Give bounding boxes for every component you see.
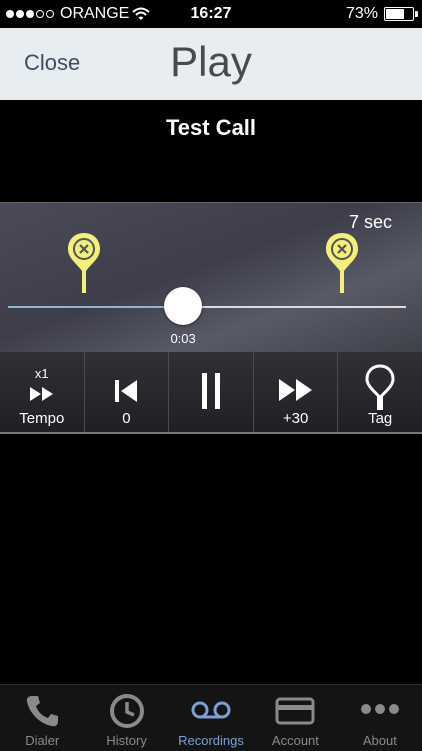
playback-progress (8, 306, 184, 308)
tab-label: History (106, 733, 147, 748)
page-title: Play (170, 38, 252, 85)
tab-about[interactable]: About (338, 685, 422, 751)
credit-card-icon (275, 697, 315, 725)
tag-marker-icon[interactable] (324, 231, 360, 295)
skip-back-button[interactable]: 0 (85, 352, 170, 432)
more-icon (360, 704, 399, 714)
battery-icon (384, 7, 418, 21)
playback-slider-knob[interactable] (164, 287, 203, 325)
recording-title: Test Call (165, 115, 257, 140)
skip-forward-label: +30 (282, 410, 309, 427)
tab-label: About (362, 733, 397, 748)
battery-percent: 73% (345, 5, 378, 22)
tab-bar: Dialer History Recordings Account About (0, 684, 422, 751)
tab-recordings[interactable]: Recordings (169, 685, 253, 751)
tag-button[interactable]: Tag (338, 352, 422, 432)
pause-icon (201, 373, 220, 409)
player-panel: 7 sec 0:03 (0, 202, 422, 353)
tab-label: Account (271, 733, 319, 748)
tempo-multiplier: x1 (34, 366, 49, 381)
playback-position: 0:03 (170, 331, 196, 346)
tempo-label: Tempo (19, 410, 65, 427)
tab-account[interactable]: Account (253, 685, 337, 751)
pause-button[interactable] (169, 352, 254, 432)
fast-forward-icon (278, 379, 312, 401)
navigation-bar: Close Play (0, 28, 422, 100)
phone-icon (27, 696, 59, 727)
skip-back-label: 0 (122, 410, 131, 427)
tab-label: Dialer (25, 733, 60, 748)
tab-label: Recordings (178, 733, 244, 748)
recording-duration: 7 sec (348, 212, 392, 232)
playback-controls: x1 Tempo 0 +30 Tag (0, 352, 422, 434)
status-bar: ORANGE 16:27 73% (0, 0, 422, 28)
map-pin-icon (365, 364, 395, 410)
skip-forward-button[interactable]: +30 (254, 352, 339, 432)
voicemail-icon (191, 701, 231, 719)
fast-forward-icon (29, 387, 53, 401)
tab-dialer[interactable]: Dialer (0, 685, 84, 751)
battery-status: 73% (345, 5, 418, 23)
clock-icon (109, 694, 144, 728)
tag-label: Tag (368, 410, 393, 427)
tag-marker-icon[interactable] (66, 231, 102, 295)
skip-to-start-icon (115, 380, 138, 402)
tempo-button[interactable]: x1 Tempo (0, 352, 85, 432)
tab-history[interactable]: History (84, 685, 168, 751)
